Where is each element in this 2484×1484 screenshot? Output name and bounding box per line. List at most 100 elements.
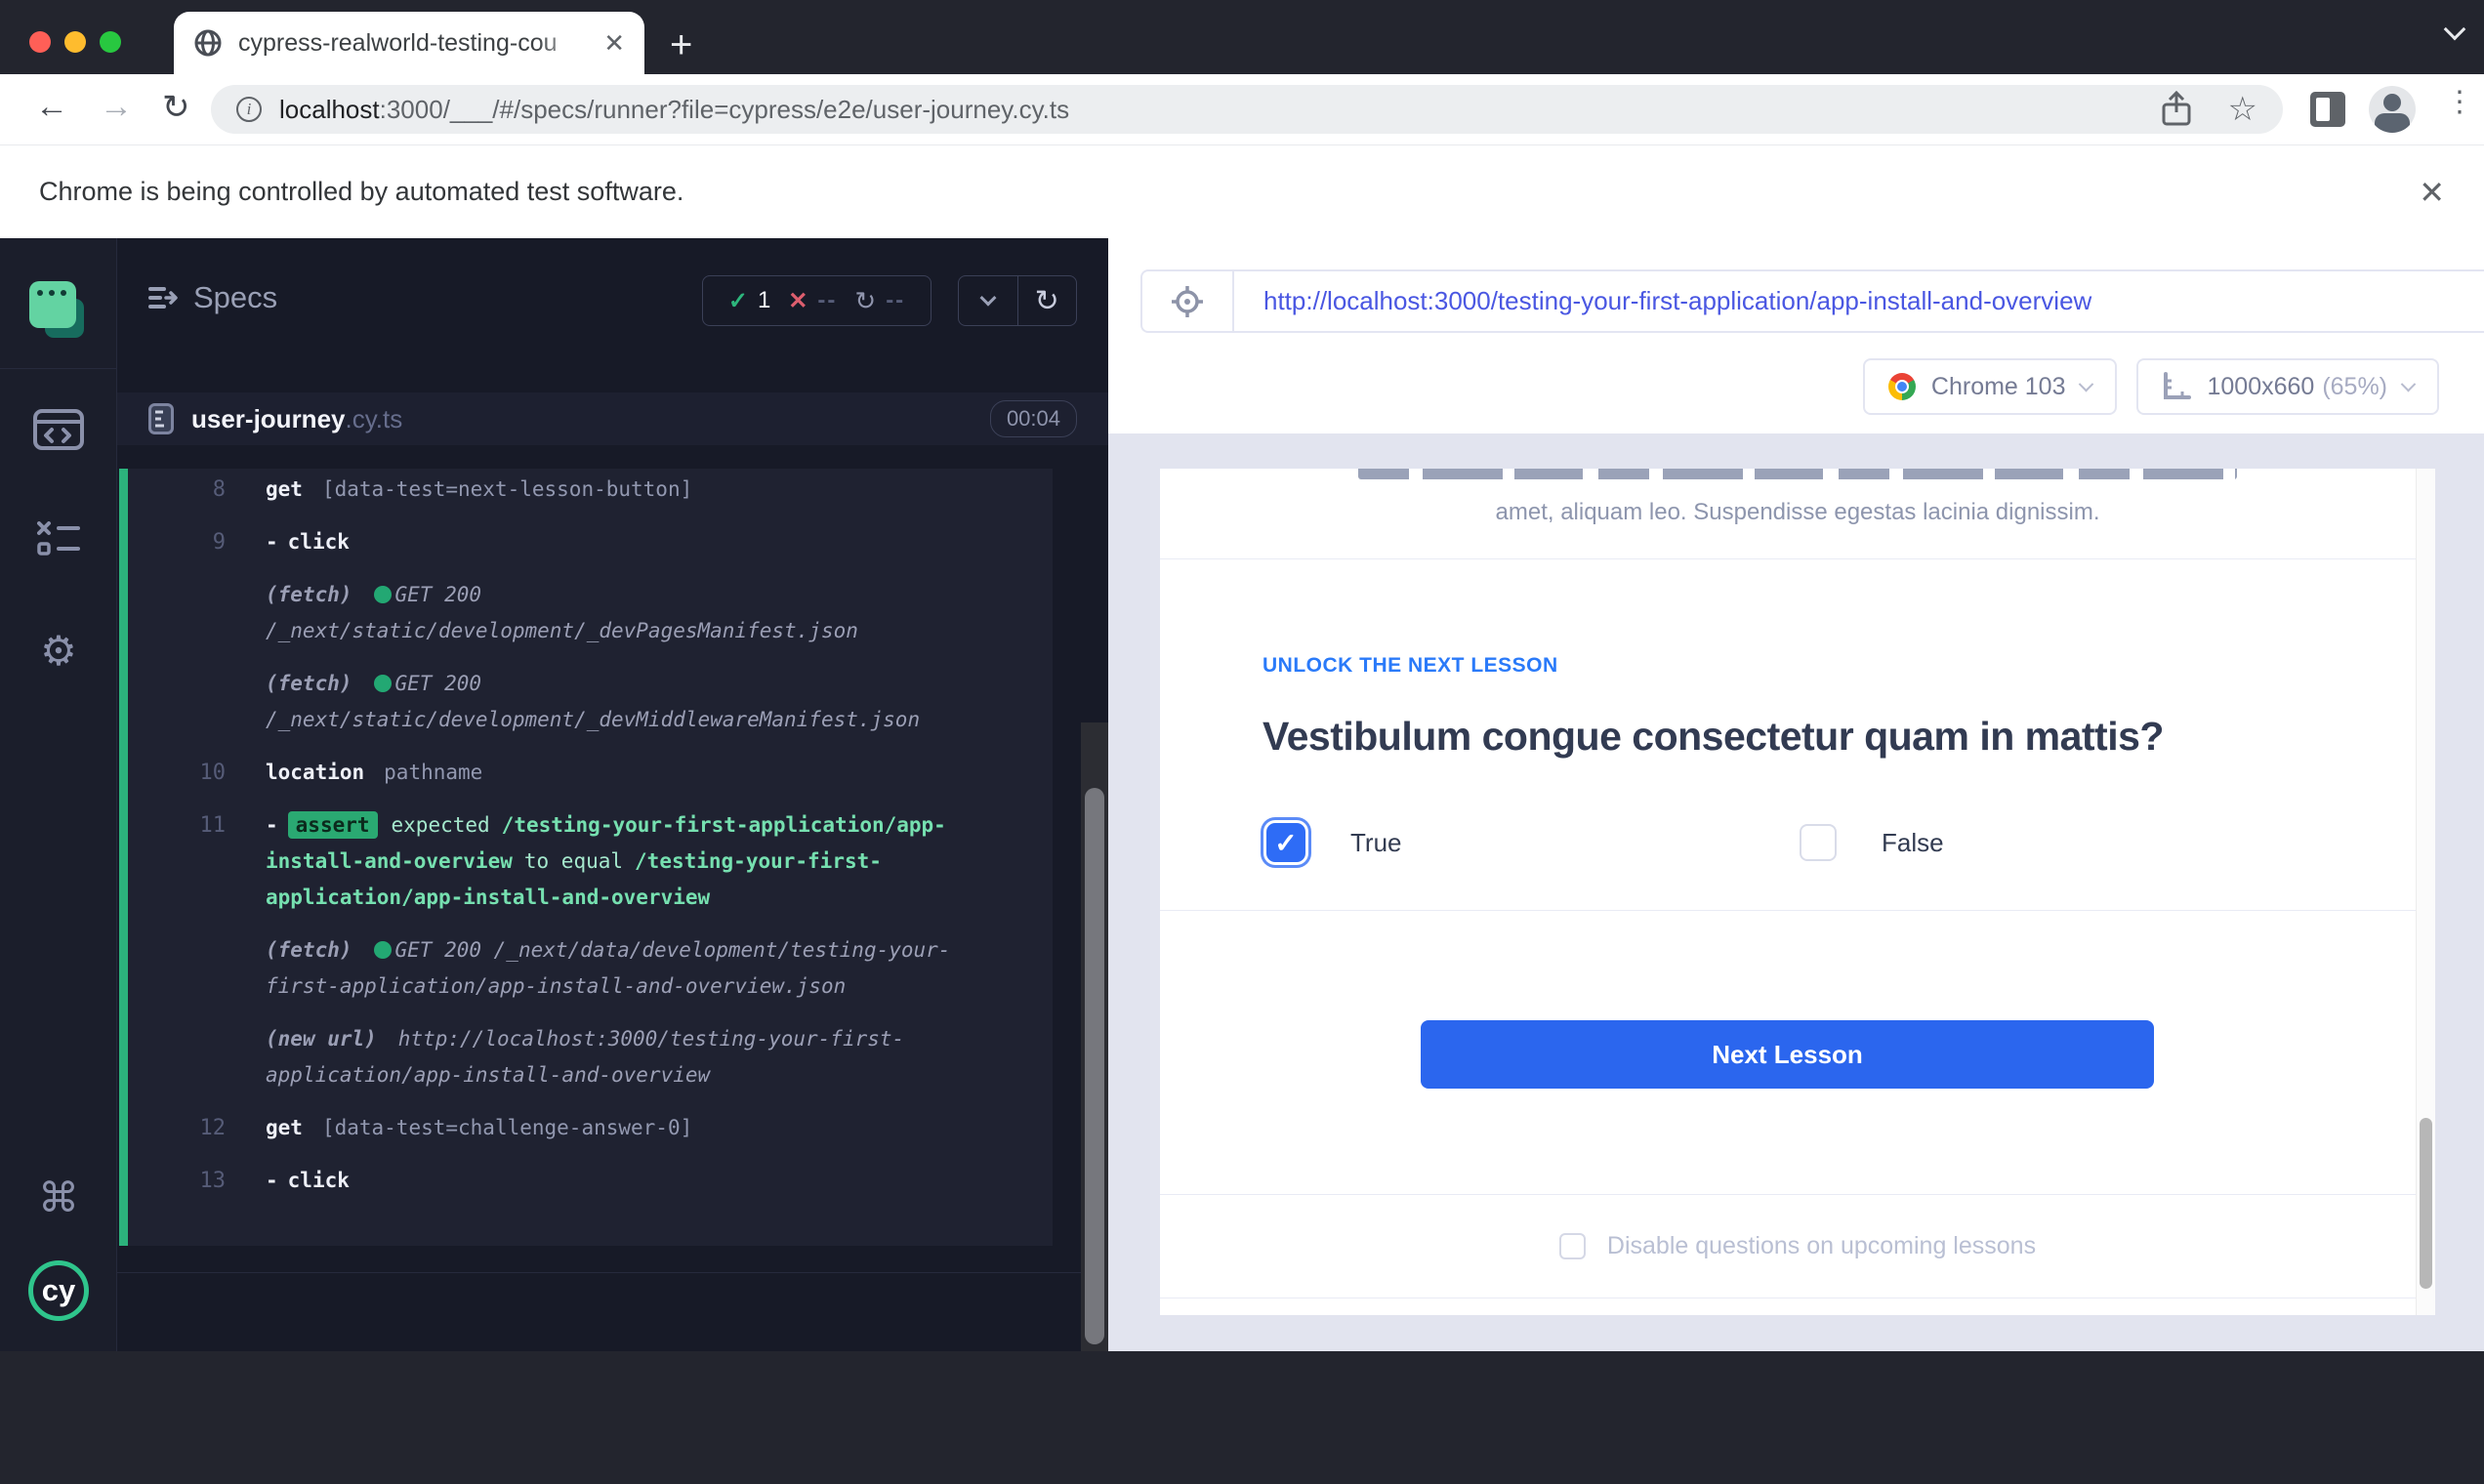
command-row[interactable]: 9-click <box>266 524 1023 560</box>
window-close-button[interactable] <box>29 31 51 53</box>
page-bottom-sliver <box>1160 1298 2435 1314</box>
command-text-logt: GET 200 /_next/data/development/testing-… <box>266 938 950 998</box>
command-row[interactable]: (new url)http://localhost:3000/testing-y… <box>266 1021 1023 1093</box>
command-row[interactable]: 8get[data-test=next-lesson-button] <box>266 472 1023 508</box>
cypress-app: ⚙ ⌘ cy Specs ✓ 1 ✕ -- ↻ -- ↻ user-journ <box>0 238 2484 1351</box>
spec-file-row[interactable]: user-journey .cy.ts 00:04 <box>117 392 1108 445</box>
run-controls: ↻ <box>958 275 1077 326</box>
passed-count: 1 <box>758 287 770 314</box>
sidebar-runs-icon[interactable] <box>0 521 117 556</box>
sidebar-divider <box>0 368 117 369</box>
back-button[interactable]: ← <box>35 88 68 126</box>
command-line-number: 9 <box>128 524 226 560</box>
command-row[interactable]: 12get[data-test=challenge-answer-0] <box>266 1110 1023 1146</box>
side-panel-icon[interactable] <box>2310 92 2345 127</box>
option-label: False <box>1882 828 1944 858</box>
command-text-dash: - <box>266 530 278 554</box>
infobar-close-icon[interactable]: ✕ <box>2419 174 2445 211</box>
window-maximize-button[interactable] <box>100 31 121 53</box>
command-text-dash: - <box>266 813 278 837</box>
aut-page-scrollbar-thumb[interactable] <box>2420 1118 2432 1289</box>
disable-questions-label[interactable]: Disable questions on upcoming lessons <box>1607 1232 2036 1260</box>
command-row[interactable]: (fetch)GET 200 /_next/static/development… <box>266 577 1023 649</box>
browser-menu-icon[interactable]: ⋮ <box>2445 88 2464 117</box>
cypress-sidebar: ⚙ ⌘ cy <box>0 238 117 1351</box>
command-row[interactable]: 10locationpathname <box>266 755 1023 791</box>
test-stats: ✓ 1 ✕ -- ↻ -- <box>702 275 932 326</box>
browser-toolbar: ← → ↻ i localhost:3000/___/#/specs/runne… <box>0 74 2484 144</box>
collapse-chevron-icon[interactable] <box>959 276 1017 325</box>
browser-select[interactable]: Chrome 103 <box>1863 358 2118 415</box>
command-row[interactable]: 13-click <box>266 1163 1023 1199</box>
address-bar[interactable]: i localhost:3000/___/#/specs/runner?file… <box>211 85 2283 134</box>
command-text-log: (fetch) <box>266 672 352 695</box>
quiz-question: Vestibulum congue consectetur quam in ma… <box>1263 714 2164 760</box>
spec-file-icon <box>148 403 174 434</box>
request-status-dot-icon <box>374 941 392 959</box>
command-row[interactable]: (fetch)GET 200 /_next/static/development… <box>266 666 1023 738</box>
command-text-cmd: click <box>288 1169 350 1192</box>
command-line-number: 8 <box>128 472 226 508</box>
command-text-cmd: get <box>266 1116 303 1139</box>
command-text-arg: [data-test=challenge-answer-0] <box>322 1116 692 1139</box>
browser-select-chevron-icon <box>2079 376 2094 392</box>
footer-section: Disable questions on upcoming lessons <box>1160 1195 2435 1298</box>
command-line-number: 11 <box>128 807 226 844</box>
tab-close-icon[interactable]: ✕ <box>603 30 625 56</box>
viewport-chevron-icon <box>2401 376 2417 392</box>
aut-page-scrollbar[interactable] <box>2416 469 2435 1315</box>
reporter-panel: Specs ✓ 1 ✕ -- ↻ -- ↻ user-journey .cy.t… <box>117 238 1108 1351</box>
spec-duration-badge: 00:04 <box>990 400 1077 437</box>
failed-count: -- <box>817 287 837 314</box>
specs-list-icon[interactable] <box>148 285 178 310</box>
viewport-info[interactable]: 1000x660 (65%) <box>2136 358 2439 415</box>
selector-playground-icon[interactable] <box>1142 271 1234 331</box>
page-info-icon[interactable]: i <box>236 97 262 122</box>
command-text-arg: [data-test=next-lesson-button] <box>322 477 692 501</box>
pending-count: -- <box>886 287 905 314</box>
command-text-mint: to equal <box>524 849 623 873</box>
next-lesson-button[interactable]: Next Lesson <box>1421 1020 2154 1089</box>
aut-url-text[interactable]: http://localhost:3000/testing-your-first… <box>1263 286 2091 316</box>
lesson-paragraph-section: amet, aliquam leo. Suspendisse egestas l… <box>1160 469 2435 559</box>
command-row[interactable]: (fetch)GET 200 /_next/data/development/t… <box>266 932 1023 1005</box>
sidebar-keyboard-shortcuts-icon[interactable]: ⌘ <box>0 1174 117 1221</box>
lesson-paragraph: amet, aliquam leo. Suspendisse egestas l… <box>1160 499 2435 526</box>
automation-infobar: Chrome is being controlled by automated … <box>0 144 2484 238</box>
command-line-number: 10 <box>128 755 226 791</box>
passed-check-icon: ✓ <box>728 287 748 315</box>
aut-url-bar[interactable]: http://localhost:3000/testing-your-first… <box>1140 269 2484 333</box>
sidebar-settings-gear-icon[interactable]: ⚙ <box>0 627 117 675</box>
share-icon[interactable] <box>2160 91 2193 128</box>
quiz-options: ✓True False <box>1263 815 2337 870</box>
quiz-option-false[interactable]: False <box>1800 824 2337 861</box>
rerun-tests-icon[interactable]: ↻ <box>1017 276 1077 325</box>
cypress-app-logo-front[interactable] <box>29 281 76 328</box>
command-text-cmd: get <box>266 477 303 501</box>
window-minimize-button[interactable] <box>64 31 86 53</box>
viewport-ruler-icon <box>2162 372 2191 401</box>
browser-tab[interactable]: cypress-realworld-testing-cou ✕ <box>174 12 644 74</box>
quiz-section: UNLOCK THE NEXT LESSON Vestibulum congue… <box>1160 559 2435 911</box>
option-checkbox-checked[interactable]: ✓ <box>1266 823 1305 862</box>
browser-select-label: Chrome 103 <box>1931 373 2066 401</box>
reporter-scrollbar[interactable] <box>1081 722 1108 1351</box>
command-rows[interactable]: 8get[data-test=next-lesson-button]9-clic… <box>119 469 1053 1246</box>
bookmark-star-icon[interactable]: ☆ <box>2228 90 2257 129</box>
profile-avatar[interactable] <box>2369 86 2416 133</box>
infobar-text: Chrome is being controlled by automated … <box>39 177 683 207</box>
reporter-scrollbar-thumb[interactable] <box>1085 788 1104 1344</box>
command-text-logt: GET 200 /_next/static/development/_devPa… <box>266 583 858 642</box>
disable-questions-checkbox[interactable] <box>1559 1233 1586 1259</box>
sidebar-specs-icon[interactable] <box>0 409 117 450</box>
forward-button[interactable]: → <box>100 88 133 126</box>
command-text-arg: pathname <box>384 761 482 784</box>
tab-search-chevron-icon[interactable] <box>2444 19 2466 41</box>
cypress-cy-logo[interactable]: cy <box>28 1260 89 1321</box>
reload-button[interactable]: ↻ <box>162 88 190 127</box>
new-tab-button[interactable]: + <box>670 25 692 64</box>
command-row[interactable]: 11-assertexpected/testing-your-first-app… <box>266 807 1023 916</box>
aut-controls: Chrome 103 1000x660 (65%) <box>1863 358 2439 415</box>
quiz-option-true[interactable]: ✓True <box>1263 823 1800 862</box>
option-checkbox-unchecked[interactable] <box>1800 824 1837 861</box>
